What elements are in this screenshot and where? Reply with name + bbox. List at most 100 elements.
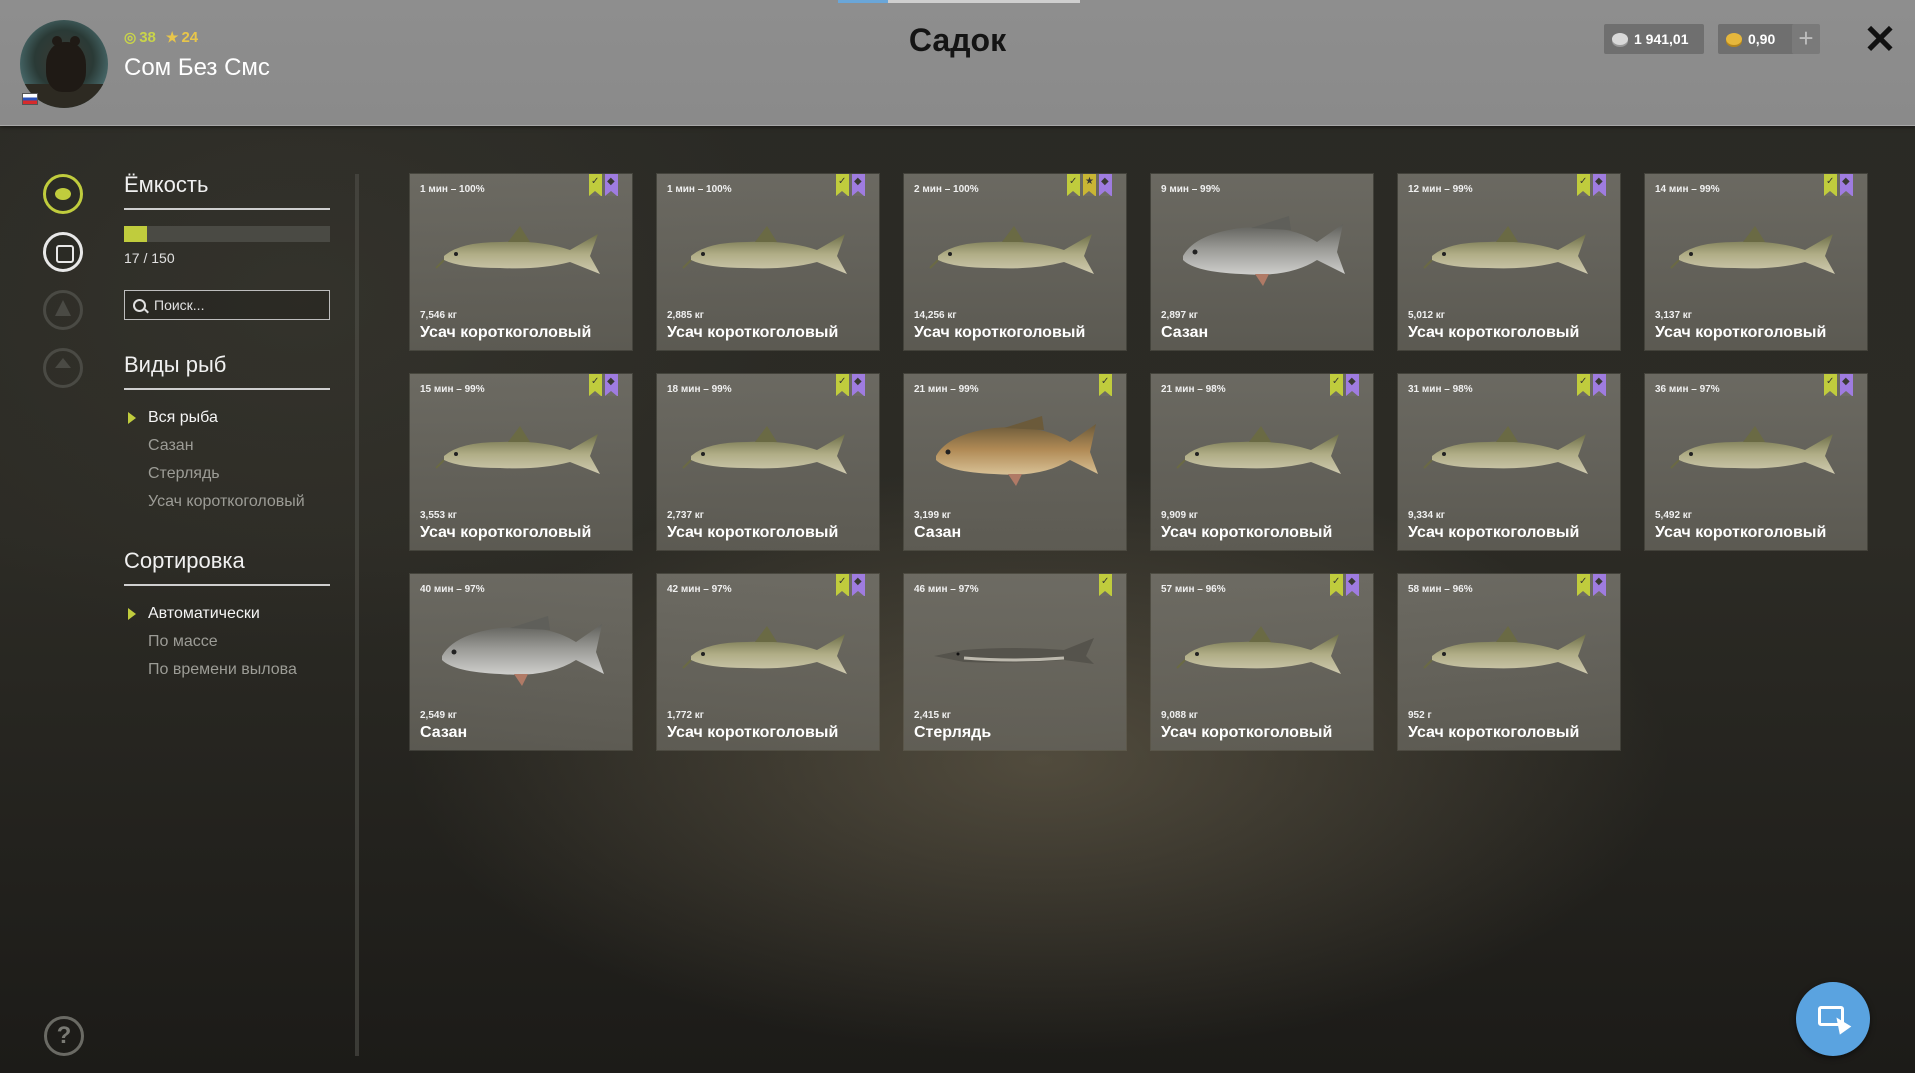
- tackle-tab-icon[interactable]: [43, 290, 83, 330]
- panel-divider: [355, 174, 359, 1056]
- fish-card[interactable]: 21 мин – 98% ✓ ◆ 9,909 кг Усач короткоголовы…: [1151, 374, 1373, 550]
- badge-group: ✓ ◆: [589, 374, 618, 396]
- diamond-icon: ◆: [1348, 376, 1356, 387]
- purple-bookmark-icon: ◆: [852, 374, 865, 396]
- fish-card[interactable]: 9 мин – 99% 2,897 кг Сазан: [1151, 174, 1373, 350]
- species-filter-option[interactable]: Сазан: [124, 432, 330, 460]
- keepnet-tab-icon[interactable]: [43, 232, 83, 272]
- barbel-fish-image: [1176, 626, 1341, 674]
- player-name: Сом Без Смс: [124, 54, 270, 81]
- sort-option[interactable]: Автоматически: [124, 600, 330, 628]
- badge-group: ✓ ★ ◆: [1067, 174, 1112, 196]
- fish-card[interactable]: 58 мин – 96% ✓ ◆ 952 г Усач короткоголовый: [1398, 574, 1620, 750]
- fish-card[interactable]: 46 мин – 97% ✓ 2,415 кг Стерлядь: [904, 574, 1126, 750]
- barbel-fish-image: [1176, 426, 1341, 474]
- purple-bookmark-icon: ◆: [1099, 174, 1112, 196]
- fish-name: Сазан: [914, 524, 962, 541]
- diamond-icon: ◆: [1842, 176, 1850, 187]
- green-bookmark-icon: ✓: [1577, 374, 1590, 396]
- purple-bookmark-icon: ◆: [1593, 574, 1606, 596]
- fish-name: Усач короткоголовый: [1161, 724, 1333, 741]
- species-filter-option[interactable]: Вся рыба: [124, 404, 330, 432]
- diamond-icon: ◆: [1595, 176, 1603, 187]
- fish-weight: 2,737 кг: [667, 510, 704, 521]
- fish-card[interactable]: 14 мин – 99% ✓ ◆ 3,137 кг Усач короткоголовы…: [1645, 174, 1867, 350]
- green-bookmark-icon: ✓: [1067, 174, 1080, 196]
- help-button[interactable]: ?: [44, 1016, 84, 1056]
- home-tab-icon[interactable]: [43, 348, 83, 388]
- experience-icon: ◎: [124, 29, 137, 45]
- country-flag-icon: [22, 93, 38, 105]
- fish-weight: 5,012 кг: [1408, 310, 1445, 321]
- gold-balance: 0,90: [1718, 24, 1802, 54]
- fish-card[interactable]: 36 мин – 97% ✓ ◆ 5,492 кг Усач короткоголовы…: [1645, 374, 1867, 550]
- species-filter-option[interactable]: Усач короткоголовый: [124, 488, 330, 516]
- header-bar: ◎ 38 ★ 24 Сом Без Смс Садок 1 941,01 0,90 …: [0, 0, 1915, 126]
- catch-time-label: 21 мин – 99%: [914, 384, 979, 395]
- fish-name: Усач короткоголовый: [667, 324, 839, 341]
- fish-card[interactable]: 18 мин – 99% ✓ ◆ 2,737 кг Усач короткоголовы…: [657, 374, 879, 550]
- fish-card[interactable]: 31 мин – 98% ✓ ◆ 9,334 кг Усач короткоголовы…: [1398, 374, 1620, 550]
- search-input[interactable]: [152, 296, 316, 314]
- diamond-icon: ◆: [1348, 576, 1356, 587]
- diamond-icon: ◆: [1101, 176, 1109, 187]
- barbel-fish-image: [1423, 626, 1588, 674]
- check-icon: ✓: [838, 376, 847, 387]
- fish-card[interactable]: 12 мин – 99% ✓ ◆ 5,012 кг Усач короткоголовы…: [1398, 174, 1620, 350]
- cursor-mode-button[interactable]: [1796, 982, 1870, 1056]
- badge-group: ✓ ◆: [836, 374, 865, 396]
- badge-group: ✓ ◆: [1577, 174, 1606, 196]
- species-filter-list: Вся рыба Сазан Стерлядь Усач короткоголовый: [124, 404, 330, 516]
- sort-option[interactable]: По времени вылова: [124, 656, 330, 684]
- green-bookmark-icon: ✓: [1577, 574, 1590, 596]
- fish-weight: 1,772 кг: [667, 710, 704, 721]
- diamond-icon: ◆: [607, 176, 615, 187]
- purple-bookmark-icon: ◆: [852, 174, 865, 196]
- search-icon: [133, 298, 146, 312]
- add-currency-button[interactable]: +: [1792, 24, 1820, 54]
- fish-name: Усач короткоголовый: [1408, 324, 1580, 341]
- green-bookmark-icon: ✓: [836, 174, 849, 196]
- fish-weight: 2,549 кг: [420, 710, 457, 721]
- species-filter-option[interactable]: Стерлядь: [124, 460, 330, 488]
- diamond-icon: ◆: [1842, 376, 1850, 387]
- close-button[interactable]: ✕: [1862, 20, 1898, 60]
- fish-card[interactable]: 21 мин – 99% ✓ 3,199 кг Сазан: [904, 374, 1126, 550]
- fish-name: Усач короткоголовый: [420, 324, 592, 341]
- capacity-title: Ёмкость: [124, 172, 330, 210]
- fish-card[interactable]: 42 мин – 97% ✓ ◆ 1,772 кг Усач короткоголовы…: [657, 574, 879, 750]
- fish-card[interactable]: 2 мин – 100% ✓ ★ ◆ 14,256 кг Усач короткоголо…: [904, 174, 1126, 350]
- sorting-title: Сортировка: [124, 548, 330, 586]
- sort-option[interactable]: По массе: [124, 628, 330, 656]
- catch-time-label: 42 мин – 97%: [667, 584, 732, 595]
- badge-group: ✓ ◆: [1330, 374, 1359, 396]
- badge-group: ✓: [1099, 374, 1112, 396]
- barbel-fish-image: [1423, 426, 1588, 474]
- fish-card[interactable]: 1 мин – 100% ✓ ◆ 7,546 кг Усач короткоголовы…: [410, 174, 632, 350]
- fish-weight: 9,088 кг: [1161, 710, 1198, 721]
- fish-name: Усач короткоголовый: [1161, 524, 1333, 541]
- fish-weight: 5,492 кг: [1655, 510, 1692, 521]
- carp-fish-image: [442, 616, 604, 686]
- fish-card[interactable]: 57 мин – 96% ✓ ◆ 9,088 кг Усач короткоголовы…: [1151, 574, 1373, 750]
- fish-name: Усач короткоголовый: [667, 724, 839, 741]
- purple-bookmark-icon: ◆: [852, 574, 865, 596]
- filter-panel: Ёмкость 17 / 150 Виды рыб Вся рыбаСазанС…: [124, 172, 330, 684]
- fish-card[interactable]: 40 мин – 97% 2,549 кг Сазан: [410, 574, 632, 750]
- fish-weight: 2,885 кг: [667, 310, 704, 321]
- sterlet-fish-image: [934, 638, 1094, 664]
- search-box[interactable]: [124, 290, 330, 320]
- star-icon: ★: [1085, 176, 1094, 187]
- check-icon: ✓: [1579, 376, 1588, 387]
- fish-weight: 7,546 кг: [420, 310, 457, 321]
- check-icon: ✓: [838, 176, 847, 187]
- fish-tab-icon[interactable]: [43, 174, 83, 214]
- check-icon: ✓: [1826, 176, 1835, 187]
- green-bookmark-icon: ✓: [836, 374, 849, 396]
- silver-balance: 1 941,01: [1604, 24, 1704, 54]
- fish-card[interactable]: 15 мин – 99% ✓ ◆ 3,553 кг Усач короткоголовы…: [410, 374, 632, 550]
- fish-card[interactable]: 1 мин – 100% ✓ ◆ 2,885 кг Усач короткоголовы…: [657, 174, 879, 350]
- sort-option-list: Автоматически По массе По времени вылова: [124, 600, 330, 684]
- catch-time-label: 40 мин – 97%: [420, 584, 485, 595]
- purple-bookmark-icon: ◆: [605, 174, 618, 196]
